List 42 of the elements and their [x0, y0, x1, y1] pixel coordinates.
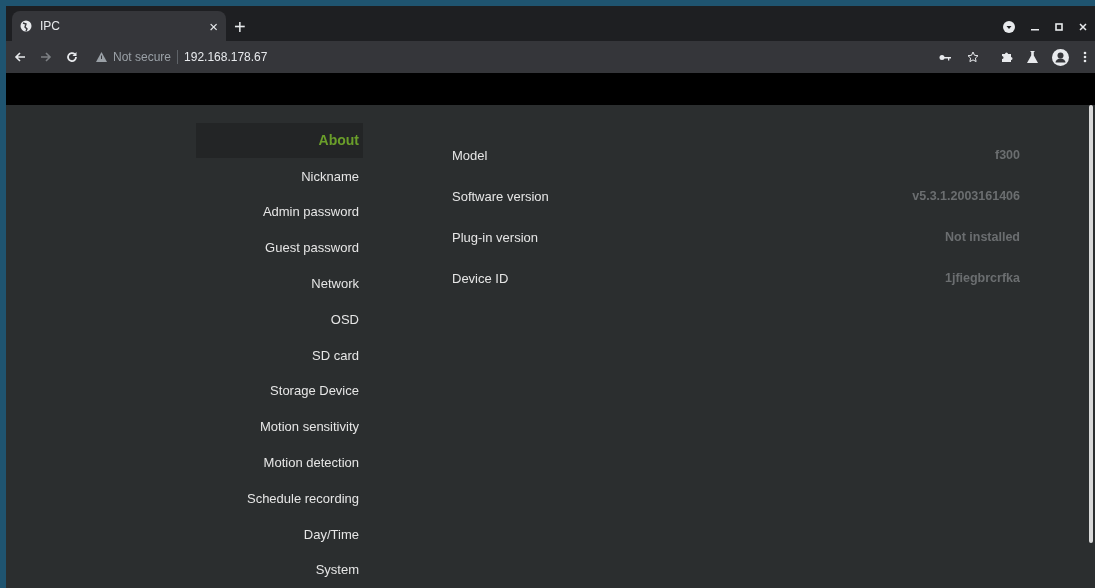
info-label: Plug-in version	[452, 228, 538, 247]
info-label: Software version	[452, 187, 549, 206]
sidebar-item[interactable]: Nickname	[196, 158, 363, 195]
url-text: 192.168.178.67	[184, 49, 268, 67]
sidebar-item[interactable]: SD card	[196, 337, 363, 374]
profile-icon[interactable]	[1052, 48, 1069, 66]
sidebar-item[interactable]: OSD	[196, 301, 363, 338]
sidebar-item[interactable]: Schedule recording	[196, 480, 363, 517]
globe-icon	[20, 20, 32, 33]
reload-icon[interactable]	[66, 51, 78, 64]
star-icon[interactable]	[967, 51, 979, 64]
info-label: Device ID	[452, 269, 509, 288]
info-value: v5.3.1.2003161406	[912, 187, 1020, 205]
flask-icon[interactable]	[1027, 51, 1038, 64]
tab-title: IPC	[40, 18, 61, 36]
info-label: Model	[452, 146, 488, 165]
menu-icon[interactable]	[1083, 51, 1087, 64]
forward-icon[interactable]	[40, 51, 52, 64]
warning-icon	[96, 52, 107, 63]
sidebar-item[interactable]: Network	[196, 265, 363, 302]
browser-tab[interactable]: IPC ×	[12, 11, 226, 42]
sidebar-item[interactable]: Day/Time	[196, 516, 363, 553]
new-tab-button[interactable]: +	[234, 17, 246, 38]
info-value: 1jfiegbrcrfka	[944, 269, 1020, 287]
back-icon[interactable]	[14, 51, 26, 64]
sidebar-item[interactable]: About	[196, 122, 363, 159]
info-value: Not installed	[945, 228, 1020, 246]
dropdown-icon[interactable]	[1003, 21, 1015, 34]
info-value: f300	[994, 146, 1020, 164]
security-label: Not secure	[113, 49, 172, 67]
maximize-icon[interactable]	[1055, 23, 1063, 32]
sidebar-item[interactable]: System	[196, 552, 363, 588]
key-icon[interactable]	[939, 53, 951, 61]
scrollbar[interactable]	[1089, 104, 1093, 543]
close-icon[interactable]	[1079, 23, 1087, 32]
sidebar-item[interactable]: Admin password	[196, 194, 363, 231]
sidebar-item[interactable]: Guest password	[196, 230, 363, 266]
sidebar-item[interactable]: Motion sensitivity	[196, 409, 363, 445]
close-tab-button[interactable]: ×	[209, 18, 218, 34]
puzzle-icon[interactable]	[1001, 51, 1013, 64]
sidebar-item[interactable]: Storage Device	[196, 373, 363, 409]
sidebar-item[interactable]: Motion detection	[196, 444, 363, 481]
